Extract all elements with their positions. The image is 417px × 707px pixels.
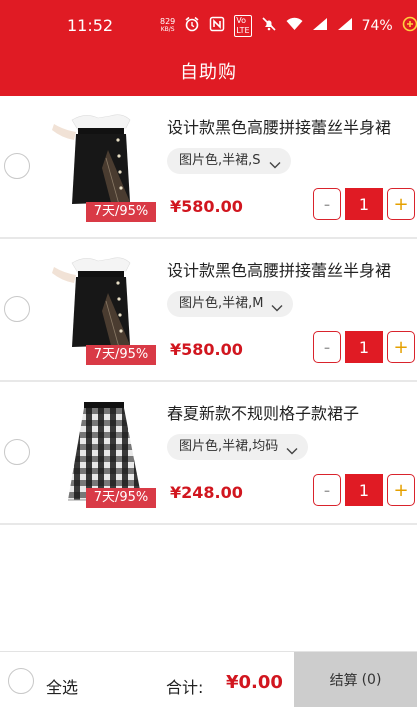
net-speed: 829 KB/S xyxy=(160,18,175,34)
battery-saver-icon xyxy=(402,16,417,36)
app-header: 11:52 829 KB/S Vo LTE 74% 自助购 xyxy=(0,0,417,96)
net-speed-unit: KB/S xyxy=(160,26,175,33)
status-time: 11:52 xyxy=(67,16,114,35)
rental-badge: 7天/95% xyxy=(86,202,156,222)
select-all-radio[interactable] xyxy=(8,668,34,694)
status-bar: 11:52 829 KB/S Vo LTE 74% xyxy=(0,0,417,50)
decrease-button[interactable]: - xyxy=(313,188,341,220)
item-select-radio[interactable] xyxy=(4,439,30,465)
spec-label: 图片色,半裙,M xyxy=(179,296,264,311)
total-value: ¥0.00 xyxy=(226,672,283,693)
chevron-down-icon xyxy=(286,441,298,455)
status-icons: 829 KB/S Vo LTE 74% xyxy=(160,14,417,38)
checkout-count: (0) xyxy=(361,672,382,688)
quantity-stepper: - 1 + xyxy=(313,474,417,506)
increase-button[interactable]: + xyxy=(387,188,415,220)
quantity-stepper: - 1 + xyxy=(313,331,417,363)
battery-level: 74% xyxy=(361,18,393,34)
item-select-radio[interactable] xyxy=(4,153,30,179)
cart-page: 11:52 829 KB/S Vo LTE 74% 自助购 7天/95% 设计款… xyxy=(0,0,417,707)
alarm-icon xyxy=(184,16,200,36)
product-title[interactable]: 春夏新款不规则格子款裙子 xyxy=(167,400,359,424)
spec-label: 图片色,半裙,S xyxy=(179,153,261,168)
spec-selector[interactable]: 图片色,半裙,M xyxy=(167,291,294,317)
spec-label: 图片色,半裙,均码 xyxy=(179,439,279,454)
quantity-value[interactable]: 1 xyxy=(345,474,383,506)
mute-icon xyxy=(261,16,277,36)
increase-button[interactable]: + xyxy=(387,331,415,363)
decrease-button[interactable]: - xyxy=(313,474,341,506)
total-label: 合计: xyxy=(166,678,204,697)
cart-item[interactable]: 7天/95% 设计款黑色高腰拼接蕾丝半身裙 图片色,半裙,S ¥580.00 -… xyxy=(0,96,417,239)
product-price: ¥580.00 xyxy=(170,340,243,359)
chevron-down-icon xyxy=(271,298,283,312)
item-select-radio[interactable] xyxy=(4,296,30,322)
spec-selector[interactable]: 图片色,半裙,均码 xyxy=(167,434,309,460)
cart-list: 7天/95% 设计款黑色高腰拼接蕾丝半身裙 图片色,半裙,S ¥580.00 -… xyxy=(0,96,417,525)
quantity-value[interactable]: 1 xyxy=(345,331,383,363)
increase-button[interactable]: + xyxy=(387,474,415,506)
checkout-bar: 全选 合计: ¥0.00 结算 (0) xyxy=(0,651,417,707)
signal-4g-icon xyxy=(312,17,328,35)
product-price: ¥248.00 xyxy=(170,483,243,502)
quantity-value[interactable]: 1 xyxy=(345,188,383,220)
nfc-icon xyxy=(209,16,225,36)
signal-5g-icon xyxy=(337,17,353,35)
cart-item[interactable]: 7天/95% 春夏新款不规则格子款裙子 图片色,半裙,均码 ¥248.00 - … xyxy=(0,382,417,525)
select-all-label[interactable]: 全选 xyxy=(46,674,78,698)
rental-badge: 7天/95% xyxy=(86,488,156,508)
cart-item[interactable]: 7天/95% 设计款黑色高腰拼接蕾丝半身裙 图片色,半裙,M ¥580.00 -… xyxy=(0,239,417,382)
volte-icon: Vo LTE xyxy=(234,15,252,37)
product-price: ¥580.00 xyxy=(170,197,243,216)
product-title[interactable]: 设计款黑色高腰拼接蕾丝半身裙 xyxy=(167,257,391,281)
page-title: 自助购 xyxy=(180,62,237,83)
decrease-button[interactable]: - xyxy=(313,331,341,363)
checkout-button[interactable]: 结算 (0) xyxy=(294,652,417,707)
quantity-stepper: - 1 + xyxy=(313,188,417,220)
chevron-down-icon xyxy=(269,155,281,169)
checkout-label: 结算 xyxy=(329,673,358,689)
wifi-icon xyxy=(286,17,303,35)
spec-selector[interactable]: 图片色,半裙,S xyxy=(167,148,291,174)
product-title[interactable]: 设计款黑色高腰拼接蕾丝半身裙 xyxy=(167,114,391,138)
rental-badge: 7天/95% xyxy=(86,345,156,365)
net-speed-value: 829 xyxy=(160,17,176,26)
